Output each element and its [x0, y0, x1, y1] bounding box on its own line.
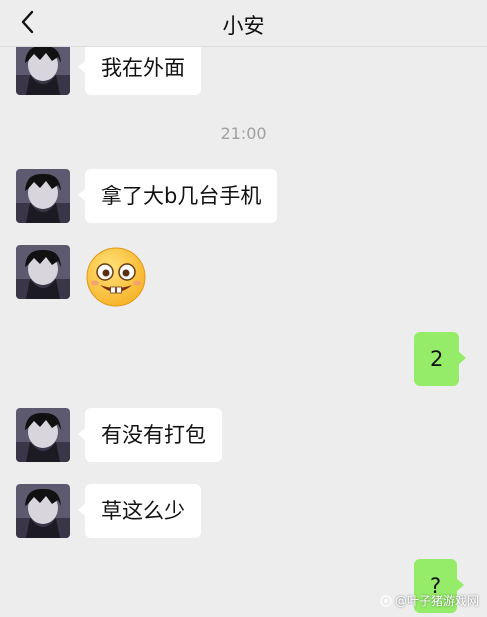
message-list[interactable]: 我在外面 21:00 拿了大b几台手机 2 有没有打包 草这么少 ?: [0, 47, 487, 617]
message-bubble[interactable]: 有没有打包: [78, 408, 222, 462]
contact-avatar[interactable]: [16, 408, 70, 462]
avatar-image: [16, 484, 70, 538]
grinning-face-sticker-icon[interactable]: [84, 245, 148, 309]
timestamp: 21:00: [220, 124, 267, 143]
message-text: 2: [430, 347, 444, 371]
contact-avatar[interactable]: [16, 484, 70, 538]
message-bubble[interactable]: 我在外面: [78, 47, 201, 95]
leaf-logo-icon: [380, 594, 392, 607]
watermark-text: @叶子猪游戏网: [394, 594, 479, 608]
message-text: 有没有打包: [101, 423, 206, 447]
chat-title: 小安: [222, 14, 265, 38]
avatar-image: [16, 169, 70, 223]
message-text: 我在外面: [101, 56, 185, 80]
message-bubble[interactable]: 草这么少: [78, 484, 201, 538]
contact-avatar[interactable]: [16, 169, 70, 223]
message-bubble[interactable]: 2: [414, 332, 467, 386]
watermark: @叶子猪游戏网: [380, 592, 479, 609]
avatar-image: [16, 47, 70, 95]
contact-avatar[interactable]: [16, 47, 70, 95]
avatar-image: [16, 245, 70, 299]
chat-header: 小安: [0, 0, 487, 47]
contact-avatar[interactable]: [16, 245, 70, 299]
message-text: 拿了大b几台手机: [101, 184, 262, 208]
message-text: 草这么少: [101, 499, 185, 523]
message-bubble[interactable]: 拿了大b几台手机: [77, 169, 278, 223]
avatar-image: [16, 408, 70, 462]
